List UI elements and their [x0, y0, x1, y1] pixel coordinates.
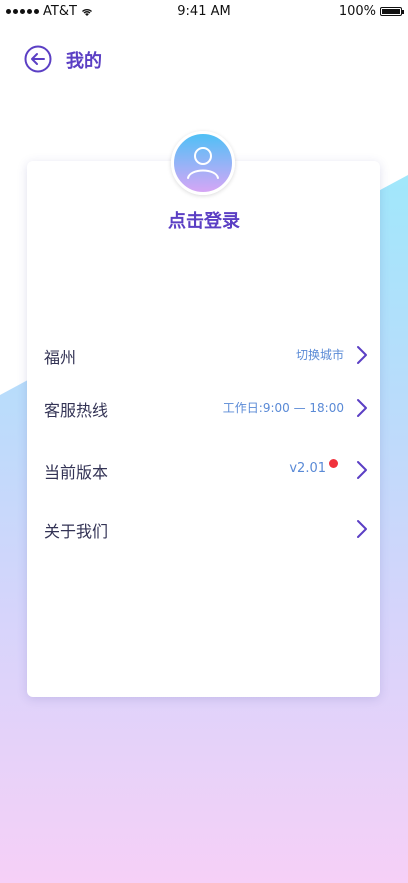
status-right: 100% — [338, 4, 404, 19]
menu-item-label: 福州 — [44, 348, 77, 367]
menu-item-label: 当前版本 — [44, 463, 109, 482]
version-value: v2.01 — [289, 461, 326, 476]
battery-icon — [380, 7, 404, 16]
status-bar: AT&T 9:41 AM 100% — [0, 0, 408, 24]
update-badge — [329, 459, 338, 468]
person-icon — [187, 147, 219, 179]
chevron-right-icon — [357, 346, 367, 364]
switch-city-link[interactable]: 切换城市 — [296, 346, 344, 363]
chevron-right-icon — [357, 399, 367, 417]
user-avatar-icon[interactable] — [171, 131, 235, 195]
chevron-right-icon — [357, 461, 367, 479]
menu-item-hotline[interactable]: 客服热线 工作日:9:00 — 18:00 — [44, 390, 370, 426]
menu-item-version[interactable]: 当前版本 v2.01 — [44, 452, 370, 488]
chevron-right-icon — [357, 520, 367, 538]
back-arrow-icon[interactable] — [24, 45, 52, 73]
menu-item-city[interactable]: 福州 切换城市 — [44, 337, 370, 373]
menu-item-label: 关于我们 — [44, 522, 109, 541]
menu-item-label: 客服热线 — [44, 401, 109, 420]
menu-item-about[interactable]: 关于我们 — [44, 511, 370, 547]
hotline-hours: 工作日:9:00 — 18:00 — [222, 401, 344, 415]
page-title: 我的 — [66, 51, 102, 72]
login-button[interactable]: 点击登录 — [0, 207, 408, 233]
battery-percent: 100% — [338, 4, 376, 19]
profile-card — [27, 161, 380, 697]
